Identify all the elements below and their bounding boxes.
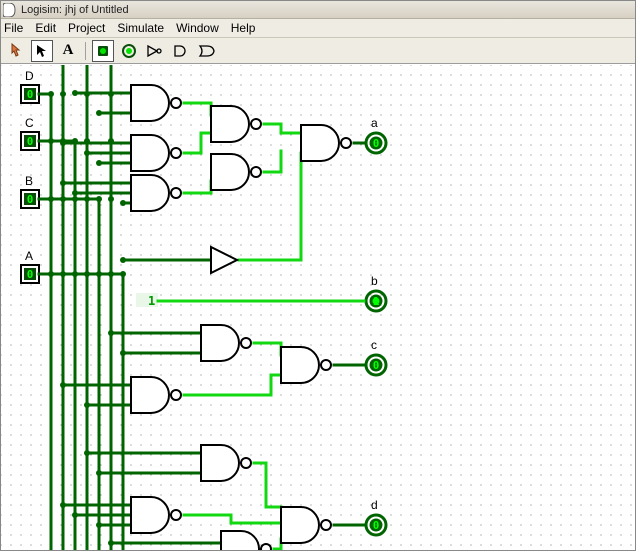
svg-text:0: 0 bbox=[373, 359, 380, 372]
menu-bar: File Edit Project Simulate Window Help bbox=[1, 19, 635, 38]
nand-gate bbox=[131, 377, 181, 413]
constant-one: 1 bbox=[148, 294, 155, 308]
menu-file[interactable]: File bbox=[4, 21, 23, 35]
svg-text:0: 0 bbox=[27, 135, 34, 148]
nand-gate bbox=[281, 507, 331, 543]
menu-project[interactable]: Project bbox=[68, 21, 105, 35]
toolbar-separator bbox=[85, 42, 86, 60]
menu-window[interactable]: Window bbox=[176, 21, 219, 35]
output-pin-a[interactable]: a 0 bbox=[366, 116, 386, 153]
text-tool[interactable]: A bbox=[57, 40, 79, 62]
buffer-gate bbox=[211, 247, 237, 273]
nand-gate bbox=[131, 175, 181, 211]
text-icon: A bbox=[63, 42, 74, 59]
select-tool[interactable] bbox=[31, 40, 53, 62]
menu-simulate[interactable]: Simulate bbox=[117, 21, 164, 35]
input-pin-C[interactable]: C 0 bbox=[21, 116, 39, 150]
svg-text:c: c bbox=[371, 338, 377, 352]
svg-text:A: A bbox=[25, 249, 33, 263]
window-title: Logisim: jhj of Untitled bbox=[21, 4, 129, 16]
input-pin-D[interactable]: D 0 bbox=[21, 69, 39, 103]
output-pin-d[interactable]: d 0 bbox=[366, 498, 386, 535]
svg-text:D: D bbox=[25, 69, 34, 83]
nand-gate bbox=[211, 106, 261, 142]
nand-gate bbox=[201, 325, 251, 361]
input-pin-A[interactable]: A 0 bbox=[21, 249, 39, 283]
svg-text:d: d bbox=[371, 498, 378, 512]
nand-gate bbox=[201, 445, 251, 481]
and-gate-tool[interactable] bbox=[170, 40, 192, 62]
menu-help[interactable]: Help bbox=[231, 21, 256, 35]
nand-gate bbox=[131, 135, 181, 171]
svg-text:0: 0 bbox=[27, 193, 34, 206]
output-pin-c[interactable]: c 0 bbox=[366, 338, 386, 375]
nand-gate bbox=[221, 531, 271, 550]
circuit-diagram: D 0 C 0 B 0 A 0 bbox=[1, 65, 635, 550]
toolbar: A bbox=[1, 38, 635, 64]
not-gate-tool[interactable] bbox=[144, 40, 166, 62]
menu-edit[interactable]: Edit bbox=[35, 21, 56, 35]
svg-text:0: 0 bbox=[27, 88, 34, 101]
svg-text:b: b bbox=[371, 274, 378, 288]
svg-text:0: 0 bbox=[373, 519, 380, 532]
app-icon bbox=[3, 3, 17, 17]
app-window: Logisim: jhj of Untitled File Edit Proje… bbox=[0, 0, 636, 551]
svg-text:C: C bbox=[25, 116, 34, 130]
svg-text:a: a bbox=[371, 116, 378, 130]
input-pin-tool[interactable] bbox=[92, 40, 114, 62]
poke-tool[interactable] bbox=[5, 40, 27, 62]
nand-gate bbox=[281, 347, 331, 383]
nand-gate bbox=[211, 154, 261, 190]
svg-text:0: 0 bbox=[373, 137, 380, 150]
canvas[interactable]: D 0 C 0 B 0 A 0 bbox=[1, 64, 635, 550]
input-pin-B[interactable]: B 0 bbox=[21, 174, 39, 208]
output-pin-tool[interactable] bbox=[118, 40, 140, 62]
svg-text:0: 0 bbox=[27, 268, 34, 281]
nand-gate bbox=[131, 497, 181, 533]
or-gate-tool[interactable] bbox=[196, 40, 218, 62]
nand-gate bbox=[301, 125, 351, 161]
output-pin-b[interactable]: b 1 bbox=[366, 274, 386, 311]
nand-gate bbox=[131, 85, 181, 121]
svg-text:1: 1 bbox=[373, 295, 380, 308]
title-bar[interactable]: Logisim: jhj of Untitled bbox=[1, 1, 635, 19]
svg-text:B: B bbox=[25, 174, 33, 188]
